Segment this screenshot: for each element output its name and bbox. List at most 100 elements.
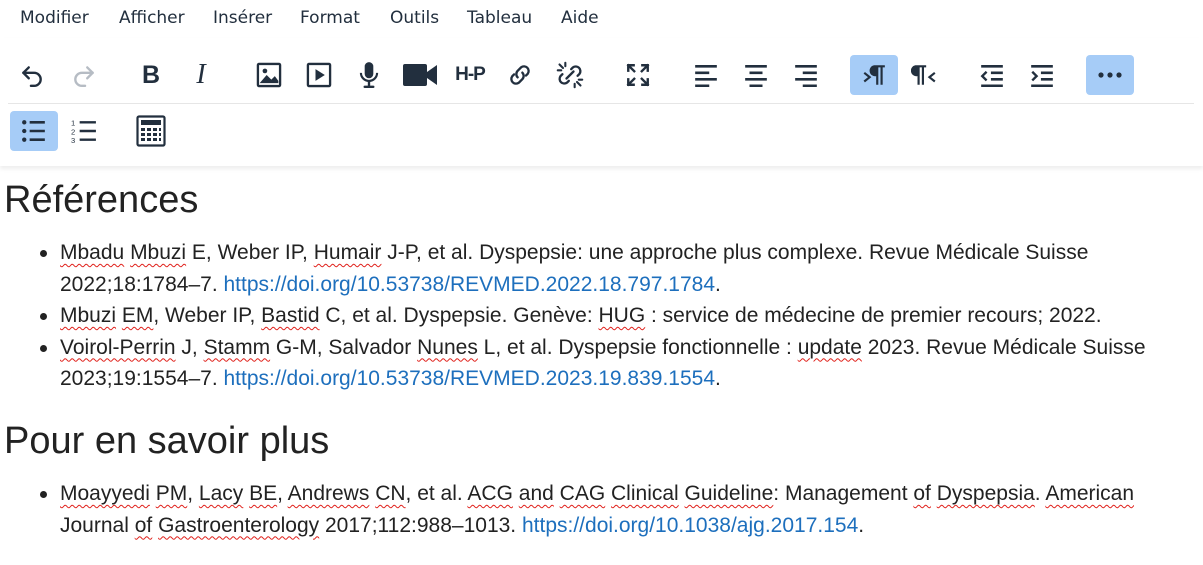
image-icon xyxy=(256,62,282,88)
video-camera-icon xyxy=(403,64,437,86)
bold-button[interactable]: B xyxy=(127,55,175,95)
menu-bar: Modifier Afficher Insérer Format Outils … xyxy=(0,0,1203,38)
misspelled-word: ACG xyxy=(467,482,513,505)
misspelled-word: CN xyxy=(375,482,406,505)
outdent-button[interactable] xyxy=(968,55,1016,95)
menu-modifier[interactable]: Modifier xyxy=(20,8,89,28)
menu-outils[interactable]: Outils xyxy=(390,8,439,28)
misspelled-word: HUG xyxy=(598,304,646,327)
list-item: Mbuzi EM, Weber IP, Bastid C, et al. Dys… xyxy=(40,300,1200,332)
menu-tableau[interactable]: Tableau xyxy=(467,8,532,28)
record-video-button[interactable] xyxy=(396,55,444,95)
outdent-icon xyxy=(980,65,1003,87)
fullscreen-button[interactable] xyxy=(614,55,662,95)
menu-aide[interactable]: Aide xyxy=(561,8,599,28)
italic-button[interactable]: I xyxy=(177,55,225,95)
misspelled-word: EM xyxy=(121,304,154,327)
rtl-icon xyxy=(911,65,936,85)
record-audio-button[interactable] xyxy=(345,55,393,95)
indent-button[interactable] xyxy=(1018,55,1066,95)
align-right-icon xyxy=(795,65,817,87)
reference-text: , xyxy=(277,482,288,505)
more-button[interactable] xyxy=(1086,55,1134,95)
bullet-list-button[interactable] xyxy=(10,111,58,151)
editor-content[interactable]: Références Mbadu Mbuzi E, Weber IP, Huma… xyxy=(0,166,1203,565)
reference-text: . xyxy=(715,272,721,296)
bold-icon: B xyxy=(141,60,161,89)
misspelled-word: BE xyxy=(249,482,278,505)
reference-text: . xyxy=(858,513,865,537)
list-item: Moayyedi PM, Lacy BE, Andrews CN, et al.… xyxy=(40,478,1200,541)
align-right-button[interactable] xyxy=(782,55,830,95)
reference-text: , Weber IP, xyxy=(153,304,262,327)
misspelled-word: Nunes xyxy=(417,335,478,359)
misspelled-word: Lacy xyxy=(198,482,244,505)
numbered-list-button[interactable]: 123 xyxy=(60,111,108,151)
align-center-button[interactable] xyxy=(732,55,780,95)
menu-format[interactable]: Format xyxy=(300,8,360,28)
misspelled-word: Dyspepsia xyxy=(936,482,1035,505)
italic-icon: I xyxy=(196,59,206,90)
svg-text:2: 2 xyxy=(71,127,75,136)
misspelled-word: American xyxy=(1045,482,1135,505)
reference-text: , xyxy=(187,482,199,505)
link-icon xyxy=(510,65,530,85)
misspelled-word: CAG xyxy=(559,482,606,505)
media-icon xyxy=(306,62,332,88)
misspelled-word: and xyxy=(518,482,554,505)
reference-text: C, et al. Dyspepsie. Genève: xyxy=(319,304,599,327)
misspelled-word: PM xyxy=(155,482,188,505)
misspelled-word: Mbuzi xyxy=(60,304,117,327)
misspelled-word: update xyxy=(797,335,862,359)
misspelled-word: Bastid xyxy=(261,304,320,327)
reference-text: G-M, Salvador xyxy=(270,335,418,359)
misspelled-word: Andrews xyxy=(287,482,370,505)
doi-link[interactable]: https://doi.org/10.1038/ajg.2017.154 xyxy=(522,514,858,537)
unlink-button[interactable] xyxy=(546,55,594,95)
insert-link-button[interactable] xyxy=(496,55,544,95)
ltr-icon xyxy=(863,65,885,85)
more-icon xyxy=(1098,72,1122,78)
calculator-button[interactable] xyxy=(127,111,175,151)
rtl-button[interactable] xyxy=(900,55,948,95)
misspelled-word: Voirol-Perrin xyxy=(60,335,176,359)
toolbar-divider xyxy=(8,103,1194,104)
insert-image-button[interactable] xyxy=(245,55,293,95)
insert-media-button[interactable] xyxy=(295,55,343,95)
editor-toolbar: B I H-P 1 2 3 xyxy=(0,38,1203,166)
menu-afficher[interactable]: Afficher xyxy=(119,8,185,28)
misspelled-word: Humair xyxy=(313,241,382,264)
reference-text: . xyxy=(1034,482,1046,505)
further-reading-list: Moayyedi PM, Lacy BE, Andrews CN, et al.… xyxy=(0,478,1200,541)
undo-button[interactable] xyxy=(8,55,56,95)
list-item: Voirol-Perrin J, Stamm G-M, Salvador Nun… xyxy=(40,332,1200,395)
align-center-icon xyxy=(745,65,767,87)
doi-link[interactable]: https://doi.org/10.53738/REVMED.2022.18.… xyxy=(224,273,716,296)
svg-text:3: 3 xyxy=(71,136,75,144)
align-left-button[interactable] xyxy=(682,55,730,95)
bullet-list-icon xyxy=(22,120,45,142)
fullscreen-icon xyxy=(626,63,650,87)
misspelled-word: Mbadu xyxy=(60,241,125,264)
redo-button[interactable] xyxy=(60,55,108,95)
misspelled-word: Mbuzi xyxy=(130,241,187,264)
insert-h5p-button[interactable]: H-P xyxy=(446,55,494,95)
reference-text: J, xyxy=(175,335,204,359)
list-item: Mbadu Mbuzi E, Weber IP, Humair J-P, et … xyxy=(40,237,1200,300)
reference-text: : Management xyxy=(773,482,914,505)
h5p-icon: H-P xyxy=(455,64,486,85)
menu-inserer[interactable]: Insérer xyxy=(213,8,272,28)
ltr-button[interactable] xyxy=(850,55,898,95)
misspelled-word: Clinical xyxy=(611,482,679,505)
doi-link[interactable]: https://doi.org/10.53738/REVMED.2023.19.… xyxy=(224,367,716,390)
reference-text: , et al. xyxy=(405,482,468,505)
references-list: Mbadu Mbuzi E, Weber IP, Humair J-P, et … xyxy=(0,237,1200,395)
section-heading-references: Références xyxy=(4,179,199,221)
section-heading-further-reading: Pour en savoir plus xyxy=(4,420,330,462)
misspelled-word: of xyxy=(134,513,153,537)
reference-text: L, et al. Dyspepsie fonctionnelle : xyxy=(477,335,798,359)
svg-text:1: 1 xyxy=(71,119,75,128)
unlink-icon xyxy=(556,61,584,89)
reference-text: . xyxy=(715,367,721,390)
misspelled-word: Guideline xyxy=(684,482,774,505)
